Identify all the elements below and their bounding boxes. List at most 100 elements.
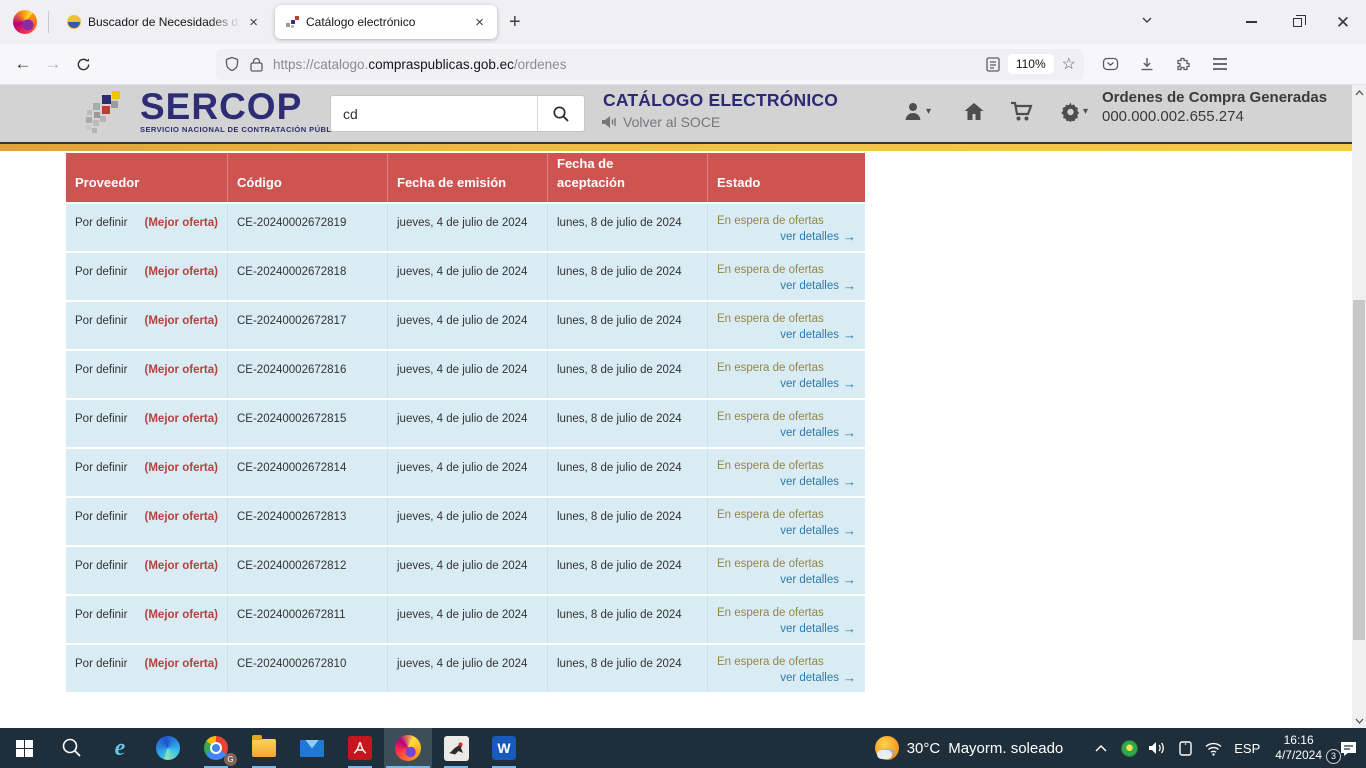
- antivirus-tray-icon[interactable]: [1117, 740, 1141, 757]
- mejor-oferta-label: (Mejor oferta): [145, 413, 218, 447]
- taskbar-mail-button[interactable]: [288, 728, 336, 768]
- search-input[interactable]: [331, 96, 537, 131]
- ver-detalles-link[interactable]: ver detalles→: [780, 572, 856, 587]
- tracking-shield-icon[interactable]: [224, 56, 240, 72]
- search-icon: [61, 737, 83, 759]
- downloads-icon[interactable]: [1139, 56, 1155, 72]
- cell-fecha-aceptacion: lunes, 8 de julio de 2024: [547, 596, 707, 643]
- tab-close-icon[interactable]: ×: [246, 14, 261, 31]
- ver-detalles-link[interactable]: ver detalles→: [780, 670, 856, 685]
- ver-detalles-link[interactable]: ver detalles→: [780, 229, 856, 244]
- magnifier-icon: [552, 105, 570, 123]
- ver-detalles-link[interactable]: ver detalles→: [780, 474, 856, 489]
- start-button[interactable]: [0, 728, 48, 768]
- back-button[interactable]: ←: [8, 49, 38, 79]
- scrollbar-thumb[interactable]: [1353, 300, 1365, 640]
- tab-separator: [48, 11, 49, 33]
- reader-view-icon[interactable]: [986, 57, 1000, 72]
- ver-detalles-link[interactable]: ver detalles→: [780, 278, 856, 293]
- home-button[interactable]: [963, 101, 985, 122]
- notification-badge: 3: [1326, 749, 1341, 764]
- list-all-tabs-icon[interactable]: [1126, 13, 1168, 32]
- window-minimize-button[interactable]: [1228, 0, 1274, 44]
- table-body: Por definir(Mejor oferta) CE-20240002672…: [66, 204, 865, 692]
- file-explorer-icon: [252, 739, 276, 757]
- taskbar-search-button[interactable]: [48, 728, 96, 768]
- col-header-codigo: Código: [227, 153, 387, 202]
- tray-chevron-up-icon[interactable]: [1089, 744, 1113, 752]
- lock-icon[interactable]: [250, 57, 263, 72]
- bookmark-star-icon[interactable]: ☆: [1062, 54, 1076, 74]
- table-row[interactable]: Por definir(Mejor oferta) CE-20240002672…: [66, 302, 865, 349]
- table-row[interactable]: Por definir(Mejor oferta) CE-20240002672…: [66, 547, 865, 594]
- mejor-oferta-label: (Mejor oferta): [145, 266, 218, 300]
- cell-proveedor: Por definir(Mejor oferta): [66, 204, 227, 251]
- your-phone-icon[interactable]: [1173, 740, 1197, 757]
- cell-estado: En espera de ofertas ver detalles→: [707, 204, 865, 251]
- zoom-level-indicator[interactable]: 110%: [1008, 54, 1054, 74]
- pocket-icon[interactable]: [1102, 56, 1119, 73]
- window-close-button[interactable]: ✕: [1320, 0, 1366, 44]
- ecuador-crest-icon: [66, 14, 82, 30]
- extensions-icon[interactable]: [1175, 56, 1192, 73]
- table-row[interactable]: Por definir(Mejor oferta) CE-20240002672…: [66, 645, 865, 692]
- arrow-right-icon: →: [843, 327, 856, 342]
- orders-table: Proveedor Código Fecha de emisión Fecha …: [66, 153, 865, 692]
- ver-detalles-link[interactable]: ver detalles→: [780, 425, 856, 440]
- weather-widget[interactable]: 30°C Mayorm. soleado: [875, 736, 1064, 760]
- cell-proveedor: Por definir(Mejor oferta): [66, 302, 227, 349]
- url-bar[interactable]: https://catalogo.compraspublicas.gob.ec/…: [216, 49, 1084, 80]
- browser-nav-bar: ← → https://catalogo.compraspublicas.gob…: [0, 44, 1366, 85]
- taskbar-firefox-button[interactable]: [384, 728, 432, 768]
- language-indicator[interactable]: ESP: [1234, 741, 1260, 756]
- new-tab-button[interactable]: +: [499, 9, 531, 36]
- taskbar-word-button[interactable]: W: [480, 728, 528, 768]
- user-menu-button[interactable]: ▾: [903, 101, 931, 122]
- settings-menu-button[interactable]: ▾: [1060, 101, 1088, 122]
- ver-detalles-link[interactable]: ver detalles→: [780, 523, 856, 538]
- cell-fecha-aceptacion: lunes, 8 de julio de 2024: [547, 253, 707, 300]
- mejor-oferta-label: (Mejor oferta): [145, 364, 218, 398]
- cell-estado: En espera de ofertas ver detalles→: [707, 302, 865, 349]
- reload-button[interactable]: [68, 49, 98, 79]
- ver-detalles-link[interactable]: ver detalles→: [780, 327, 856, 342]
- cart-button[interactable]: [1010, 101, 1033, 122]
- person-icon: [903, 101, 924, 122]
- table-row[interactable]: Por definir(Mejor oferta) CE-20240002672…: [66, 498, 865, 545]
- volver-soce-link[interactable]: Volver al SOCE: [601, 114, 720, 130]
- taskbar-chrome-button[interactable]: G: [192, 728, 240, 768]
- table-row[interactable]: Por definir(Mejor oferta) CE-20240002672…: [66, 400, 865, 447]
- arrow-right-icon: →: [843, 229, 856, 244]
- taskbar-explorer-button[interactable]: [240, 728, 288, 768]
- tab-buscador[interactable]: Buscador de Necesidades de Co ×: [56, 5, 271, 39]
- tab-close-icon[interactable]: ×: [472, 14, 487, 31]
- table-row[interactable]: Por definir(Mejor oferta) CE-20240002672…: [66, 204, 865, 251]
- action-center-button[interactable]: 3: [1330, 740, 1366, 757]
- menu-hamburger-icon[interactable]: [1212, 57, 1228, 71]
- status-text: En espera de ofertas: [717, 411, 824, 423]
- scroll-down-arrow[interactable]: [1352, 713, 1366, 728]
- ver-detalles-link[interactable]: ver detalles→: [780, 621, 856, 636]
- clock[interactable]: 16:16 4/7/2024: [1275, 733, 1322, 763]
- table-row[interactable]: Por definir(Mejor oferta) CE-20240002672…: [66, 253, 865, 300]
- ver-detalles-link[interactable]: ver detalles→: [780, 376, 856, 391]
- taskbar-acrobat-button[interactable]: [336, 728, 384, 768]
- sercop-logo[interactable]: SERCOP SERVICIO NACIONAL DE CONTRATACIÓN…: [84, 89, 346, 135]
- window-restore-button[interactable]: [1274, 0, 1320, 44]
- cell-fecha-emision: jueves, 4 de julio de 2024: [387, 596, 547, 643]
- page-scrollbar[interactable]: [1352, 85, 1366, 728]
- volume-icon[interactable]: [1145, 740, 1169, 756]
- tab-catalogo[interactable]: Catálogo electrónico ×: [275, 5, 497, 39]
- taskbar-app-button[interactable]: [432, 728, 480, 768]
- table-row[interactable]: Por definir(Mejor oferta) CE-20240002672…: [66, 351, 865, 398]
- cell-proveedor: Por definir(Mejor oferta): [66, 547, 227, 594]
- taskbar-edge-button[interactable]: [144, 728, 192, 768]
- firefox-view-button[interactable]: [10, 7, 40, 37]
- scroll-up-arrow[interactable]: [1352, 85, 1366, 100]
- search-button[interactable]: [537, 96, 584, 131]
- table-row[interactable]: Por definir(Mejor oferta) CE-20240002672…: [66, 449, 865, 496]
- cell-codigo: CE-20240002672813: [227, 498, 387, 545]
- wifi-icon[interactable]: [1201, 741, 1225, 756]
- table-row[interactable]: Por definir(Mejor oferta) CE-20240002672…: [66, 596, 865, 643]
- taskbar-ie-button[interactable]: e: [96, 728, 144, 768]
